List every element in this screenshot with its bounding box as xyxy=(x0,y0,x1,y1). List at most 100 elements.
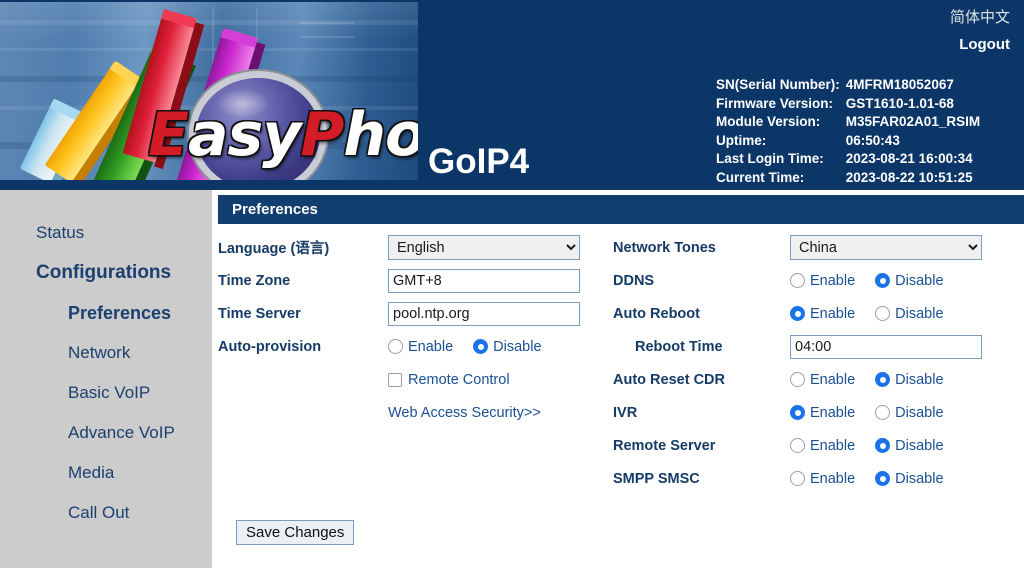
field-row-smpp-smsc: SMPP SMSC Enable Disable xyxy=(613,462,1023,495)
easyphone-wordmark: EasyPhone xyxy=(148,100,418,170)
remote-server-disable-radio[interactable] xyxy=(875,438,891,453)
remote-server-label: Remote Server xyxy=(613,437,716,454)
remote-control-checkbox-wrap[interactable]: Remote Control xyxy=(388,372,510,388)
auto-reboot-radio-group: Enable Disable xyxy=(790,306,944,322)
auto-provision-disable-option[interactable]: Disable xyxy=(473,339,542,355)
ddns-radio-group: Enable Disable xyxy=(790,273,944,289)
site-banner: EasyPhone GoIP4 简体中文 Logout SN(Serial Nu… xyxy=(0,0,1024,190)
ivr-enable-label[interactable]: Enable xyxy=(810,405,855,421)
sysinfo-value-current-time: 2023-08-22 10:51:25 xyxy=(845,169,973,185)
language-label: Language (语言) xyxy=(218,241,330,257)
auto-provision-enable-option[interactable]: Enable xyxy=(388,339,453,355)
sidebar-item-advance-voip[interactable]: Advance VoIP xyxy=(0,413,212,453)
auto-reset-cdr-enable-radio[interactable] xyxy=(790,372,805,387)
reboot-time-label: Reboot Time xyxy=(635,338,723,355)
auto-provision-enable-radio[interactable] xyxy=(388,339,403,354)
auto-provision-enable-label[interactable]: Enable xyxy=(408,339,453,355)
remote-control-label[interactable]: Remote Control xyxy=(408,372,510,388)
sysinfo-value-uptime: 06:50:43 xyxy=(845,132,900,148)
sysinfo-key-uptime: Uptime: xyxy=(716,132,767,148)
sidebar-item-status[interactable]: Status xyxy=(0,213,212,253)
auto-reboot-enable-option[interactable]: Enable xyxy=(790,306,855,322)
auto-reset-cdr-disable-option[interactable]: Disable xyxy=(875,372,944,388)
ddns-disable-option[interactable]: Disable xyxy=(875,273,944,289)
ivr-enable-radio[interactable] xyxy=(790,405,805,420)
ddns-enable-option[interactable]: Enable xyxy=(790,273,855,289)
sidebar-item-preferences[interactable]: Preferences xyxy=(0,293,212,333)
smpp-smsc-disable-label[interactable]: Disable xyxy=(895,471,943,487)
save-row: Save Changes xyxy=(236,520,355,545)
sysinfo-key-serial-number: SN(Serial Number): xyxy=(716,77,840,92)
field-row-auto-reset-cdr: Auto Reset CDR Enable Disable xyxy=(613,363,1023,396)
auto-provision-disable-radio[interactable] xyxy=(473,339,489,354)
ivr-disable-option[interactable]: Disable xyxy=(875,405,944,421)
smpp-smsc-radio-group: Enable Disable xyxy=(790,471,944,487)
smpp-smsc-disable-radio[interactable] xyxy=(875,471,891,486)
sidebar-item-call-out[interactable]: Call Out xyxy=(0,493,212,533)
field-row-network-tones: Network Tones China xyxy=(613,231,1023,264)
auto-provision-radio-group: Enable Disable xyxy=(388,339,542,355)
sidebar-item-network[interactable]: Network xyxy=(0,333,212,373)
auto-reset-cdr-disable-radio[interactable] xyxy=(875,372,891,387)
remote-server-radio-group: Enable Disable xyxy=(790,438,944,454)
auto-reset-cdr-enable-option[interactable]: Enable xyxy=(790,372,855,388)
field-row-reboot-time: Reboot Time xyxy=(613,330,1023,363)
time-zone-input[interactable] xyxy=(388,268,580,293)
smpp-smsc-enable-label[interactable]: Enable xyxy=(810,471,855,487)
remote-server-disable-label[interactable]: Disable xyxy=(895,438,943,454)
auto-reboot-disable-radio[interactable] xyxy=(875,306,891,321)
network-tones-label: Network Tones xyxy=(613,239,716,256)
auto-reset-cdr-disable-label[interactable]: Disable xyxy=(895,372,943,388)
ivr-radio-group: Enable Disable xyxy=(790,405,944,421)
ddns-enable-radio[interactable] xyxy=(790,273,805,288)
language-select[interactable]: English xyxy=(388,235,580,260)
wordmark-part-1: asy xyxy=(188,100,301,170)
sysinfo-row: Module Version: M35FAR02A01_RSIM xyxy=(716,113,980,132)
device-model-title: GoIP4 xyxy=(428,142,530,181)
field-row-remote-control: Remote Control xyxy=(218,363,613,396)
form-column-left: Language (语言) English Time Zone Time Ser… xyxy=(218,231,613,495)
sidebar-item-configurations[interactable]: Configurations xyxy=(0,253,212,293)
smpp-smsc-enable-option[interactable]: Enable xyxy=(790,471,855,487)
remote-server-enable-label[interactable]: Enable xyxy=(810,438,855,454)
auto-reset-cdr-enable-label[interactable]: Enable xyxy=(810,372,855,388)
remote-server-enable-option[interactable]: Enable xyxy=(790,438,855,454)
ddns-disable-radio[interactable] xyxy=(875,273,891,288)
save-changes-button[interactable]: Save Changes xyxy=(236,520,355,545)
time-server-input[interactable] xyxy=(388,301,580,326)
sysinfo-key-current-time: Current Time: xyxy=(716,169,805,185)
web-access-security-link[interactable]: Web Access Security>> xyxy=(388,405,541,421)
time-server-label: Time Server xyxy=(218,305,301,322)
logout-link[interactable]: Logout xyxy=(959,36,1010,53)
remote-control-checkbox[interactable] xyxy=(388,372,402,387)
auto-reboot-enable-radio[interactable] xyxy=(790,306,805,321)
sysinfo-row: Last Login Time: 2023-08-21 16:00:34 xyxy=(716,150,980,169)
ddns-disable-label[interactable]: Disable xyxy=(895,273,943,289)
ddns-enable-label[interactable]: Enable xyxy=(810,273,855,289)
sidebar-item-media[interactable]: Media xyxy=(0,453,212,493)
sysinfo-key-firmware-version: Firmware Version: xyxy=(716,95,834,111)
wordmark-part-3: hone xyxy=(343,100,418,170)
form-column-right: Network Tones China DDNS Enable Disable … xyxy=(613,231,1023,495)
auto-reboot-disable-label[interactable]: Disable xyxy=(895,306,943,322)
ivr-disable-radio[interactable] xyxy=(875,405,891,420)
field-row-time-zone: Time Zone xyxy=(218,264,613,297)
field-row-remote-server: Remote Server Enable Disable xyxy=(613,429,1023,462)
preferences-form: Language (语言) English Time Zone Time Ser… xyxy=(218,231,1024,495)
ivr-enable-option[interactable]: Enable xyxy=(790,405,855,421)
auto-reboot-enable-label[interactable]: Enable xyxy=(810,306,855,322)
field-row-ddns: DDNS Enable Disable xyxy=(613,264,1023,297)
language-switch-link[interactable]: 简体中文 xyxy=(950,6,1010,27)
field-row-auto-provision: Auto-provision Enable Disable xyxy=(218,330,613,363)
ivr-disable-label[interactable]: Disable xyxy=(895,405,943,421)
network-tones-select[interactable]: China xyxy=(790,235,982,260)
remote-server-disable-option[interactable]: Disable xyxy=(875,438,944,454)
remote-server-enable-radio[interactable] xyxy=(790,438,805,453)
auto-provision-disable-label[interactable]: Disable xyxy=(493,339,541,355)
smpp-smsc-enable-radio[interactable] xyxy=(790,471,805,486)
sidebar-item-basic-voip[interactable]: Basic VoIP xyxy=(0,373,212,413)
reboot-time-input[interactable] xyxy=(790,334,982,359)
auto-reset-cdr-label: Auto Reset CDR xyxy=(613,371,725,388)
auto-reboot-disable-option[interactable]: Disable xyxy=(875,306,944,322)
smpp-smsc-disable-option[interactable]: Disable xyxy=(875,471,944,487)
